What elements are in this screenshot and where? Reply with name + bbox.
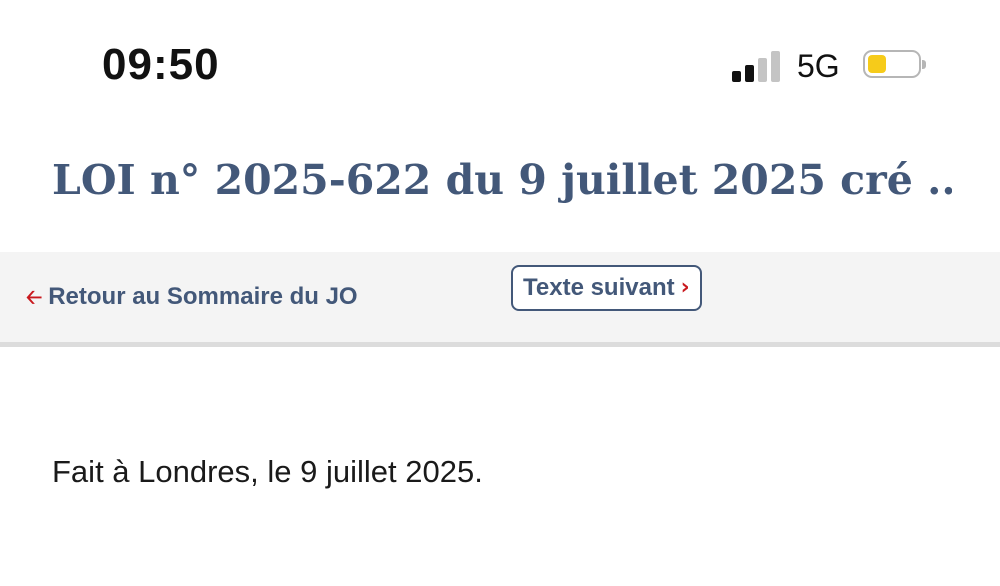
cellular-signal-icon xyxy=(732,50,782,82)
signal-bar xyxy=(732,71,741,82)
battery-icon xyxy=(863,50,926,82)
back-to-summary-label: Retour au Sommaire du JO xyxy=(48,283,358,310)
battery-nub xyxy=(922,60,926,69)
left-arrow-icon: 🡠 xyxy=(26,285,43,309)
signal-bar xyxy=(771,51,780,82)
next-text-label: Texte suivant xyxy=(523,274,675,301)
signal-bar xyxy=(745,65,754,82)
document-nav-bar: 🡠 Retour au Sommaire du JO Texte suivant… xyxy=(0,252,1000,347)
status-time: 09:50 xyxy=(102,40,220,89)
signature-place-date: Fait à Londres, le 9 juillet 2025. xyxy=(52,454,483,489)
back-to-summary-link[interactable]: 🡠 Retour au Sommaire du JO xyxy=(26,275,358,319)
chevron-right-icon: › xyxy=(680,275,690,300)
screen: 09:50 5G LOI n° 2025-622 du 9 juillet 20… xyxy=(0,0,1000,586)
battery-level xyxy=(868,55,886,73)
page-title: LOI n° 2025-622 du 9 juillet 2025 cré ..… xyxy=(52,156,952,204)
network-type: 5G xyxy=(797,48,840,84)
status-bar: 09:50 5G xyxy=(0,0,1000,120)
next-text-button[interactable]: Texte suivant › xyxy=(511,265,702,311)
signal-bar xyxy=(758,58,767,82)
